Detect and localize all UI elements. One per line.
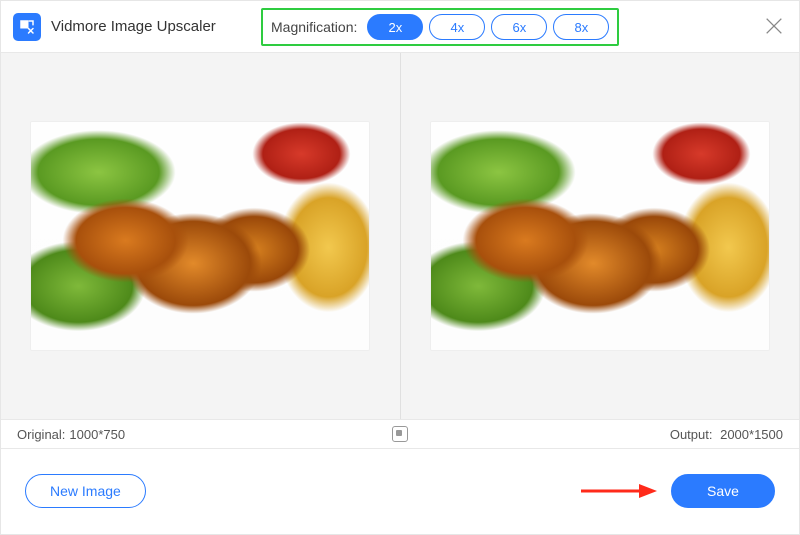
preview-area bbox=[1, 53, 799, 419]
output-dim: Output: 2000*1500 bbox=[670, 427, 783, 442]
dimensions-bar: Original: 1000*750 Output: 2000*1500 bbox=[1, 419, 799, 449]
magnification-option-4x[interactable]: 4x bbox=[429, 14, 485, 40]
output-dim-label: Output: bbox=[670, 427, 713, 442]
app-window: Vidmore Image Upscaler Magnification: 2x… bbox=[0, 0, 800, 535]
output-panel bbox=[401, 53, 800, 419]
original-image bbox=[30, 121, 370, 351]
original-dim-label: Original: bbox=[17, 427, 65, 442]
magnification-option-6x[interactable]: 6x bbox=[491, 14, 547, 40]
new-image-button[interactable]: New Image bbox=[25, 474, 146, 508]
original-panel bbox=[1, 53, 400, 419]
arrow-annotation-icon bbox=[579, 481, 659, 501]
close-button[interactable] bbox=[763, 15, 785, 37]
food-photo-icon bbox=[431, 122, 769, 350]
compare-toggle-icon[interactable] bbox=[392, 426, 408, 442]
footer-bar: New Image Save bbox=[1, 449, 799, 533]
app-title: Vidmore Image Upscaler bbox=[51, 18, 216, 35]
output-dim-value: 2000*1500 bbox=[720, 427, 783, 442]
magnification-option-8x[interactable]: 8x bbox=[553, 14, 609, 40]
food-photo-icon bbox=[31, 122, 369, 350]
magnification-buttons: 2x 4x 6x 8x bbox=[367, 14, 609, 40]
magnification-label: Magnification: bbox=[271, 19, 357, 35]
magnification-group: Magnification: 2x 4x 6x 8x bbox=[261, 8, 619, 46]
save-button[interactable]: Save bbox=[671, 474, 775, 508]
output-image bbox=[430, 121, 770, 351]
header-bar: Vidmore Image Upscaler Magnification: 2x… bbox=[1, 1, 799, 53]
original-dim-value: 1000*750 bbox=[69, 427, 125, 442]
app-logo-icon bbox=[13, 13, 41, 41]
magnification-option-2x[interactable]: 2x bbox=[367, 14, 423, 40]
